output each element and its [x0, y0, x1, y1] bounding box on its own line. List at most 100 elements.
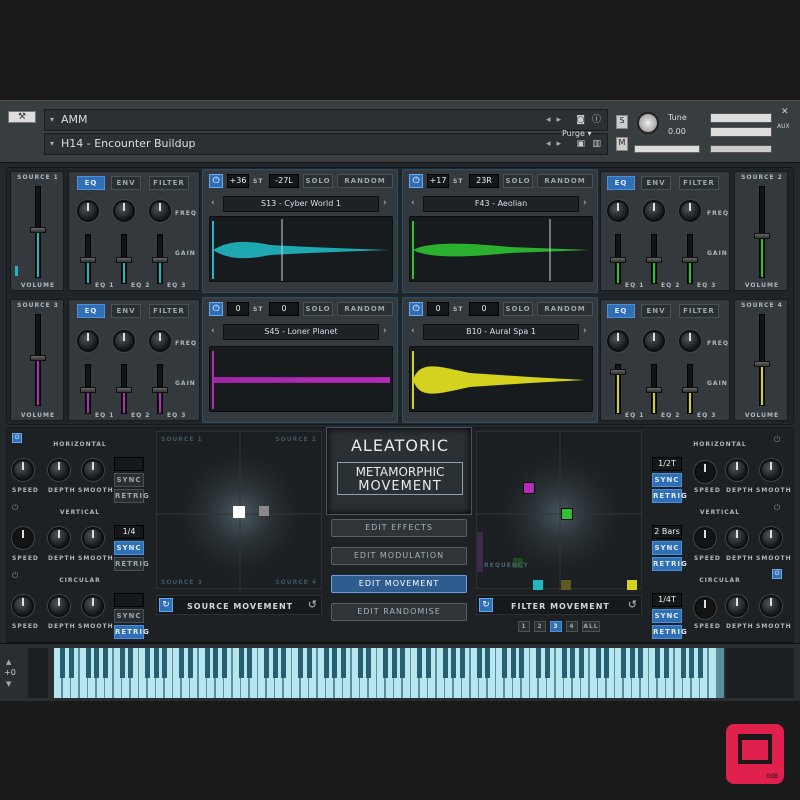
trash-icon[interactable]: ▥ [592, 134, 601, 154]
source-2-waveform[interactable] [409, 216, 593, 282]
eq2-freq-knob[interactable] [113, 200, 135, 222]
black-key[interactable] [400, 648, 405, 678]
black-key[interactable] [536, 648, 541, 678]
black-key[interactable] [102, 648, 108, 678]
next-sample-icon[interactable]: › [383, 198, 387, 208]
black-key[interactable] [357, 648, 363, 678]
eq1-gain-slider[interactable] [80, 364, 96, 414]
black-key[interactable] [145, 648, 150, 678]
circular-smooth-knob[interactable] [760, 595, 782, 617]
black-key[interactable] [621, 648, 626, 678]
black-key[interactable] [604, 648, 609, 678]
circular-retrig-button[interactable]: RETRIG [652, 625, 687, 639]
vertical-depth-knob[interactable] [726, 527, 748, 549]
eq1-gain-slider[interactable] [610, 364, 626, 414]
source-2-semitone[interactable]: +17 [427, 174, 449, 188]
source-3-sample-name[interactable]: S45 - Loner Planet [223, 324, 379, 340]
eq1-freq-knob[interactable] [77, 200, 99, 222]
black-key[interactable] [663, 648, 669, 678]
black-key[interactable] [485, 648, 490, 678]
source-4-waveform[interactable] [409, 346, 593, 412]
circular-retrig-button[interactable]: RETRIG [114, 625, 149, 639]
vertical-rate[interactable]: 1/4 [114, 525, 144, 539]
black-key[interactable] [119, 648, 125, 678]
source-1-pan[interactable]: -27L [269, 174, 299, 188]
pad-cursor[interactable] [233, 506, 245, 518]
filter-tab-1[interactable]: FILTER [149, 176, 189, 190]
page-all-button[interactable]: ALL [582, 621, 600, 632]
source-4-sample-name[interactable]: B10 - Aural Spa 1 [423, 324, 579, 340]
filter-movement-pad[interactable]: FREQUENCY [476, 431, 643, 590]
eq-tab-3[interactable]: EQ [77, 304, 105, 318]
source-2-random-button[interactable]: RANDOM [537, 174, 593, 188]
source-1-semitone[interactable]: +36 [227, 174, 249, 188]
horizontal-smooth-knob[interactable] [82, 459, 104, 481]
source-movement-refresh-icon[interactable]: ↻ [159, 598, 173, 612]
eq3-gain-slider[interactable] [152, 234, 168, 284]
source-2-sample-name[interactable]: F43 - Aeolian [423, 196, 579, 212]
black-key[interactable] [442, 648, 448, 678]
source-1-random-button[interactable]: RANDOM [337, 174, 393, 188]
source-movement-reset-icon[interactable]: ↺ [308, 598, 317, 611]
black-key[interactable] [425, 648, 431, 678]
source-1-volume-slider[interactable] [30, 186, 46, 278]
filter-tab-4[interactable]: FILTER [679, 304, 719, 318]
prev-sample-icon[interactable]: ‹ [211, 198, 215, 208]
env-tab-1[interactable]: ENV [111, 176, 141, 190]
black-key[interactable] [68, 648, 74, 678]
eq2-gain-slider[interactable] [116, 364, 132, 414]
eq1-freq-knob[interactable] [77, 330, 99, 352]
black-key[interactable] [247, 648, 252, 678]
black-key[interactable] [281, 648, 286, 678]
source-2-volume-slider[interactable] [754, 186, 770, 278]
edit-movement-button[interactable]: EDIT MOVEMENT [331, 575, 467, 593]
circular-smooth-knob[interactable] [82, 595, 104, 617]
black-key[interactable] [502, 648, 507, 678]
prev-sample-icon[interactable]: ‹ [411, 198, 415, 208]
black-key[interactable] [595, 648, 601, 678]
black-key[interactable] [417, 648, 422, 678]
filter-tab-2[interactable]: FILTER [679, 176, 719, 190]
vertical-retrig-button[interactable]: RETRIG [652, 557, 687, 571]
eq3-gain-slider[interactable] [682, 234, 698, 284]
black-key[interactable] [451, 648, 456, 678]
source-movement-pad[interactable]: SOURCE 1 SOURCE 2 SOURCE 3 SOURCE 4 [156, 431, 323, 590]
vertical-retrig-button[interactable]: RETRIG [114, 557, 149, 571]
horizontal-retrig-button[interactable]: RETRIG [114, 489, 149, 503]
source-2-power-icon[interactable]: ⏻ [409, 174, 423, 188]
tune-knob[interactable] [637, 112, 659, 134]
horizontal-smooth-knob[interactable] [760, 459, 782, 481]
source-4-semitone[interactable]: 0 [427, 302, 449, 316]
circular-depth-knob[interactable] [48, 595, 70, 617]
circular-rate[interactable] [114, 593, 144, 607]
edit-effects-button[interactable]: EDIT EFFECTS [331, 519, 467, 537]
horizontal-sync-button[interactable]: SYNC [652, 473, 682, 487]
source-3-waveform[interactable] [209, 346, 393, 412]
horizontal-depth-knob[interactable] [726, 459, 748, 481]
pan-slider[interactable] [634, 145, 700, 153]
black-key[interactable] [153, 648, 159, 678]
filter-tab-3[interactable]: FILTER [149, 304, 189, 318]
preset-name-field[interactable]: ▾ H14 - Encounter Buildup ◂▸ ▣ ▥ [44, 133, 608, 155]
black-key[interactable] [570, 648, 575, 678]
preset-arrow-icon[interactable]: ▾ [50, 134, 54, 154]
volume-slider[interactable] [710, 145, 772, 153]
prev-sample-icon[interactable]: ‹ [211, 326, 215, 336]
black-key[interactable] [366, 648, 371, 678]
page-2-button[interactable]: 2 [534, 621, 546, 632]
source-2-marker[interactable] [561, 508, 573, 520]
horizontal-rate[interactable] [114, 457, 144, 471]
black-key[interactable] [264, 648, 269, 678]
black-key[interactable] [60, 648, 65, 678]
eq2-gain-slider[interactable] [646, 364, 662, 414]
black-key[interactable] [85, 648, 91, 678]
close-icon[interactable]: ✕ [781, 107, 789, 117]
black-key[interactable] [544, 648, 550, 678]
black-key[interactable] [561, 648, 567, 678]
eq2-gain-slider[interactable] [116, 234, 132, 284]
circular-sync-button[interactable]: SYNC [114, 609, 144, 623]
black-key[interactable] [638, 648, 643, 678]
black-key[interactable] [272, 648, 278, 678]
circular-power-icon[interactable]: ⏻ [772, 569, 782, 579]
source-3-semitone[interactable]: 0 [227, 302, 249, 316]
